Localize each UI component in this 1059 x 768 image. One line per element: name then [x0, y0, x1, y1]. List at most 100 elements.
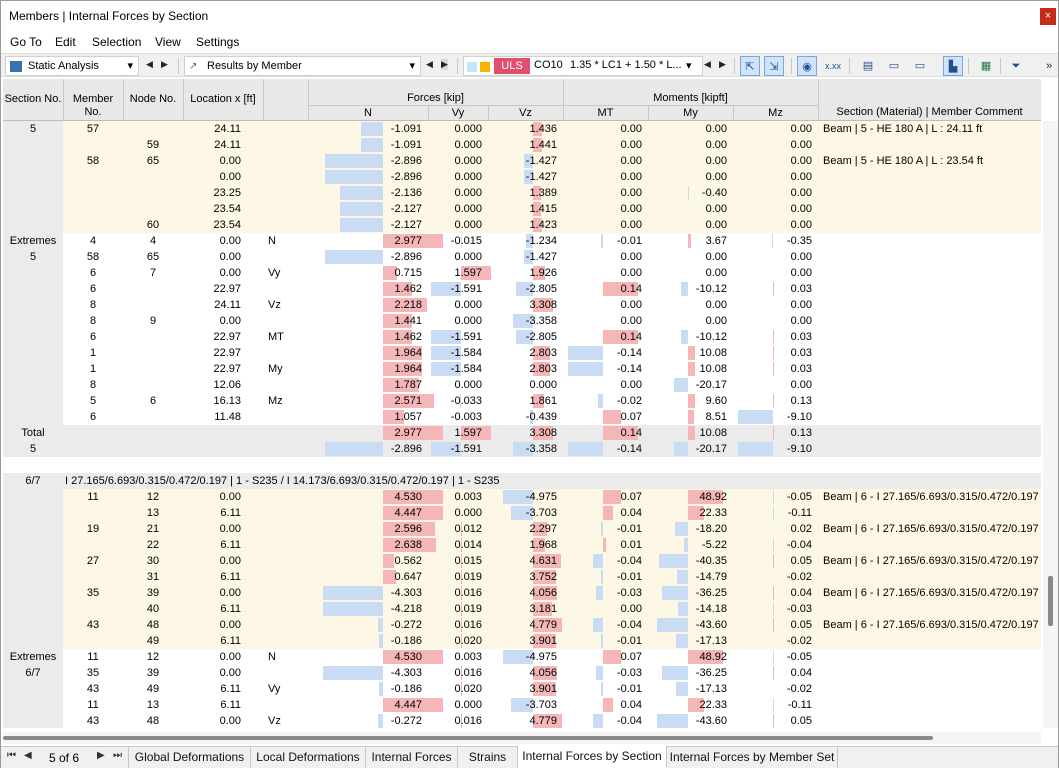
table-row[interactable]: 6 22.97 1.462 -1.591 -2.805 0.14 -10.12 0.03	[3, 281, 1041, 297]
next-result-icon[interactable]: ▶	[441, 59, 448, 70]
tab-internal-forces-by-section[interactable]: Internal Forces by Section	[518, 746, 667, 768]
menu-settings[interactable]: Settings	[196, 35, 239, 49]
header-node[interactable]: Node No.	[123, 93, 183, 106]
table-row[interactable]: 6 11.48 1.057 -0.003 -0.439 0.07 8.51 -9.10	[3, 409, 1041, 425]
combo-select[interactable]: ULS CO10 1.35 * LC1 + 1.50 * L... ▾	[463, 56, 703, 76]
separator	[968, 58, 969, 74]
table-row[interactable]: 11 12 0.00 4.530 0.003 -4.975 0.07 48.92 -0.05 Be…	[3, 489, 1041, 505]
relation-bars-icon[interactable]: ▙	[943, 56, 963, 76]
table-row[interactable]: 58 65 0.00 -2.896 0.000 -1.427 0.00 0.00 0.00 Bea…	[3, 153, 1041, 169]
menu-selection[interactable]: Selection	[92, 35, 141, 49]
results-select[interactable]: ↗ Results by Member ▾	[184, 56, 421, 76]
table-row[interactable]: 43 48 0.00 Vz -0.272 0.016 4.779 -0.04 -43.60 0.0…	[3, 713, 1041, 728]
table-row[interactable]: 23.25 -2.136 0.000 1.389 0.00 -0.40 0.00	[3, 185, 1041, 201]
select-node-icon[interactable]: ⇲	[764, 56, 784, 76]
separator	[734, 58, 735, 74]
table-row[interactable]: 31 6.11 0.647 0.019 3.752 -0.01 -14.79 -0.02	[3, 569, 1041, 585]
table-row[interactable]: 43 49 6.11 Vy -0.186 0.020 3.901 -0.01 -17.13 -0.…	[3, 681, 1041, 697]
vertical-scrollbar[interactable]	[1043, 121, 1058, 728]
table-row[interactable]: 11 13 6.11 4.447 0.000 -3.703 0.04 22.33 -0.11	[3, 697, 1041, 713]
table-row[interactable]: 19 21 0.00 2.596 0.012 2.297 -0.01 -18.20 0.02 Be…	[3, 521, 1041, 537]
next-analysis-icon[interactable]: ▶	[161, 59, 168, 70]
scrollbar-thumb[interactable]	[3, 736, 933, 740]
table-row[interactable]: 0.00 -2.896 0.000 -1.427 0.00 0.00 0.00	[3, 169, 1041, 185]
table-row[interactable]: Extremes 4 4 0.00 N 2.977 -0.015 -1.234 -0.01 3.6…	[3, 233, 1041, 249]
tab-global-deformations[interactable]: Global Deformations	[128, 747, 251, 768]
prev-result-icon[interactable]: ◀	[426, 59, 433, 70]
header-location[interactable]: Location x [ft]	[183, 93, 263, 106]
next-combo-icon[interactable]: ▶	[719, 59, 726, 70]
close-button[interactable]: ×	[1040, 8, 1056, 25]
visibility-icon[interactable]: ◉	[797, 56, 817, 76]
cell-extreme-type	[268, 505, 306, 521]
header-mz[interactable]: Mz	[733, 107, 818, 120]
cell-n: -2.127	[390, 203, 422, 215]
more-icon[interactable]: »	[1039, 56, 1059, 76]
prev-combo-icon[interactable]: ◀	[704, 59, 711, 70]
table-row[interactable]: 5 -2.896 -1.591 -3.358 -0.14 -20.17 -9.10	[3, 441, 1041, 457]
cell-mz: 0.00	[790, 155, 812, 167]
table-row[interactable]: 1 22.97 My 1.964 -1.584 2.803 -0.14 10.08 0.03	[3, 361, 1041, 377]
prev-page-icon[interactable]: ◀	[24, 750, 32, 761]
horizontal-scrollbar[interactable]	[3, 732, 1041, 744]
header-my[interactable]: My	[648, 107, 733, 120]
table-rows-icon[interactable]: ▭	[884, 56, 904, 76]
table-row[interactable]: 5 57 24.11 -1.091 0.000 1.436 0.00 0.00 0.00 Beam…	[3, 121, 1041, 137]
cell-n: 2.596	[394, 523, 422, 535]
tab-local-deformations[interactable]: Local Deformations	[251, 747, 366, 768]
table-row[interactable]: 22 6.11 2.638 0.014 1.968 0.01 -5.22 -0.04	[3, 537, 1041, 553]
header-n[interactable]: N	[308, 107, 428, 120]
table-row[interactable]: 8 24.11 Vz 2.218 0.000 3.308 0.00 0.00 0.00	[3, 297, 1041, 313]
table-row[interactable]: 59 24.11 -1.091 0.000 1.441 0.00 0.00 0.00	[3, 137, 1041, 153]
table-row[interactable]: 35 39 0.00 -4.303 0.016 4.056 -0.03 -36.25 0.04 B…	[3, 585, 1041, 601]
table-row[interactable]: 8 12.06 1.787 0.000 0.000 0.00 -20.17 0.00	[3, 377, 1041, 393]
last-page-icon[interactable]: ⏭	[113, 750, 122, 761]
table-row[interactable]: Total 2.977 1.597 3.308 0.14 10.08 0.13	[3, 425, 1041, 441]
table-row[interactable]: 23.54 -2.127 0.000 1.415 0.00 0.00 0.00	[3, 201, 1041, 217]
select-member-icon[interactable]: ⇱	[740, 56, 760, 76]
header-mt[interactable]: MT	[563, 107, 648, 120]
cell-mz: 0.04	[790, 667, 812, 679]
cell-node: 30	[146, 555, 160, 567]
table-row[interactable]: 13 6.11 4.447 0.000 -3.703 0.04 22.33 -0.11	[3, 505, 1041, 521]
cell-vz: 4.779	[529, 619, 557, 631]
export-excel-icon[interactable]: ▦	[976, 56, 996, 76]
table-row[interactable]: 40 6.11 -4.218 0.019 3.181 0.00 -14.18 -0.03	[3, 601, 1041, 617]
table-row[interactable]: 5 58 65 0.00 -2.896 0.000 -1.427 0.00 0.00 0.00	[3, 249, 1041, 265]
prev-analysis-icon[interactable]: ◀	[146, 59, 153, 70]
next-page-icon[interactable]: ▶	[97, 750, 105, 761]
cell-n: 1.441	[394, 315, 422, 327]
header-section[interactable]: Section No.	[3, 93, 63, 106]
header-vy[interactable]: Vy	[428, 107, 488, 120]
table-columns-icon[interactable]: ▤	[858, 56, 878, 76]
table-row[interactable]: 5 6 16.13 Mz 2.571 -0.033 1.861 -0.02 9.60 0.13	[3, 393, 1041, 409]
table-row[interactable]: 8 9 0.00 1.441 0.000 -3.358 0.00 0.00 0.00	[3, 313, 1041, 329]
uls-badge: ULS	[494, 58, 530, 74]
table-row[interactable]: 6/7 35 39 0.00 -4.303 0.016 4.056 -0.03 -36.25 0.…	[3, 665, 1041, 681]
menu-goto[interactable]: Go To	[10, 35, 42, 49]
table-row[interactable]: 43 48 0.00 -0.272 0.016 4.779 -0.04 -43.60 0.05 B…	[3, 617, 1041, 633]
table-row[interactable]: 49 6.11 -0.186 0.020 3.901 -0.01 -17.13 -0.02	[3, 633, 1041, 649]
decimal-places-icon[interactable]: x.xx	[823, 56, 843, 76]
header-member[interactable]: Member No.	[63, 93, 123, 119]
table-filter-icon[interactable]: ▭	[910, 56, 930, 76]
cell-mt: 0.00	[620, 171, 642, 183]
table-row[interactable]: 6 22.97 MT 1.462 -1.591 -2.805 0.14 -10.12 0.03	[3, 329, 1041, 345]
table-row[interactable]: Extremes 11 12 0.00 N 4.530 0.003 -4.975 0.07 48.…	[3, 649, 1041, 665]
header-comment[interactable]: Section (Material) | Member Comment	[818, 106, 1041, 119]
scrollbar-thumb[interactable]	[1048, 576, 1053, 626]
table-row[interactable]: 27 30 0.00 0.562 0.015 4.631 -0.04 -40.35 0.05 Be…	[3, 553, 1041, 569]
tab-internal-forces-by-member-set[interactable]: Internal Forces by Member Set	[667, 747, 838, 768]
tab-strains[interactable]: Strains	[458, 747, 518, 768]
menu-edit[interactable]: Edit	[55, 35, 76, 49]
table-row[interactable]: 60 23.54 -2.127 0.000 1.423 0.00 0.00 0.00	[3, 217, 1041, 233]
table-row[interactable]: 1 22.97 1.964 -1.584 2.803 -0.14 10.08 0.03	[3, 345, 1041, 361]
cell-vy: 0.000	[454, 155, 482, 167]
analysis-select[interactable]: Static Analysis ▾	[5, 56, 139, 76]
header-vz[interactable]: Vz	[488, 107, 563, 120]
first-page-icon[interactable]: ⏮	[7, 750, 16, 761]
menu-view[interactable]: View	[155, 35, 181, 49]
table-row[interactable]: 6 7 0.00 Vy 0.715 1.597 1.926 0.00 0.00 0.00	[3, 265, 1041, 281]
tab-internal-forces[interactable]: Internal Forces	[366, 747, 458, 768]
filter-icon[interactable]: ⏷	[1006, 56, 1026, 76]
